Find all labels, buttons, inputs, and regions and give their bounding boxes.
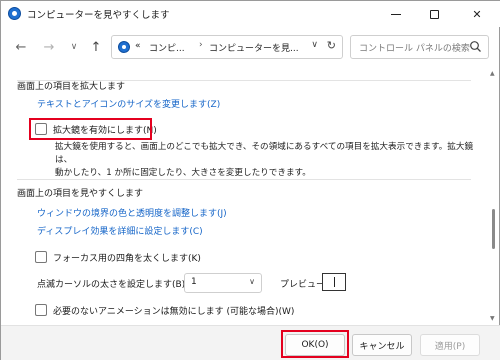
breadcrumb-item-ease-of-access[interactable]: コンピ...	[149, 41, 185, 54]
window-title: コンピューターを見やすくします	[27, 10, 170, 21]
control-panel-icon	[118, 41, 130, 53]
chevron-down-icon: ∨	[70, 42, 78, 52]
focus-rectangle-checkbox-row[interactable]: フォーカス用の四角を太くします(K)	[35, 250, 201, 264]
highlight-magnifier-checkbox	[29, 118, 152, 140]
scroll-down-icon[interactable]: ▼	[490, 315, 495, 322]
address-bar[interactable]: « コンピ... › コンピューターを見... ∨ ↻	[111, 35, 343, 59]
animation-checkbox-label[interactable]: 必要のないアニメーションは無効にします (可能な場合)(W)	[53, 304, 294, 317]
section-heading-easier-to-see: 画面上の項目を見やすくします	[17, 189, 144, 199]
close-icon: ✕	[472, 7, 482, 21]
back-button[interactable]: ←	[11, 37, 31, 57]
apply-button[interactable]: 適用(P)	[420, 334, 480, 356]
control-panel-icon	[8, 7, 21, 20]
breadcrumb-separator-icon: ›	[199, 40, 203, 50]
cursor-preview	[322, 273, 346, 291]
search-input[interactable]: コントロール パネルの検索	[359, 41, 470, 54]
title-bar: コンピューターを見やすくします ✕	[1, 1, 500, 27]
change-text-size-link[interactable]: テキストとアイコンのサイズを変更します(Z)	[37, 97, 220, 110]
cursor-thickness-value: 1	[191, 277, 197, 287]
scrollbar-thumb[interactable]	[492, 209, 495, 249]
breadcrumb-item-current[interactable]: コンピューターを見...	[209, 41, 299, 54]
navigation-bar: ← → ∨ ↑ « コンピ... › コンピューターを見... ∨ ↻ コントロ…	[1, 27, 500, 67]
maximize-button[interactable]	[415, 1, 453, 27]
cursor-thickness-select[interactable]: 1 ∨	[184, 273, 262, 293]
breadcrumb-overflow[interactable]: «	[135, 41, 141, 51]
highlight-ok-button	[281, 330, 349, 358]
search-icon	[470, 41, 481, 52]
description-line: 拡大鏡を使用すると、画面上のどこでも拡大でき、その領域にあるすべての項目を拡大表…	[55, 142, 474, 165]
arrow-up-icon: ↑	[90, 39, 102, 55]
magnifier-description: 拡大鏡を使用すると、画面上のどこでも拡大でき、その領域にあるすべての項目を拡大表…	[55, 141, 475, 180]
animation-checkbox[interactable]	[35, 304, 47, 316]
address-dropdown-icon[interactable]: ∨	[311, 40, 318, 50]
up-button[interactable]: ↑	[86, 37, 106, 57]
minimize-icon	[391, 13, 401, 15]
recent-locations-button[interactable]: ∨	[64, 37, 84, 57]
preview-label: プレビュー:	[280, 280, 329, 290]
vertical-scrollbar[interactable]: ▲ ▼	[488, 67, 499, 329]
arrow-left-icon: ←	[15, 39, 27, 55]
close-button[interactable]: ✕	[455, 1, 499, 27]
window-border-color-link[interactable]: ウィンドウの境界の色と透明度を調整します(J)	[37, 206, 227, 219]
focus-rectangle-checkbox[interactable]	[35, 251, 47, 263]
dialog-footer: OK(O) キャンセル 適用(P)	[1, 325, 500, 360]
divider	[17, 179, 471, 180]
cursor-thickness-label: 点滅カーソルの太さを設定します(B):	[37, 280, 189, 290]
cursor-preview-caret	[334, 277, 335, 287]
minimize-button[interactable]	[377, 1, 415, 27]
refresh-icon[interactable]: ↻	[327, 39, 336, 52]
search-box[interactable]: コントロール パネルの検索	[350, 35, 489, 59]
maximize-icon	[429, 9, 439, 19]
forward-button[interactable]: →	[39, 37, 59, 57]
animation-checkbox-row[interactable]: 必要のないアニメーションは無効にします (可能な場合)(W)	[35, 303, 294, 317]
control-panel-window: コンピューターを見やすくします ✕ ← → ∨ ↑ « コンピ... › コンピ…	[0, 0, 500, 360]
focus-rectangle-label[interactable]: フォーカス用の四角を太くします(K)	[53, 251, 201, 264]
section-heading-enlarge: 画面上の項目を拡大します	[17, 82, 126, 92]
arrow-right-icon: →	[43, 39, 55, 55]
cancel-button[interactable]: キャンセル	[352, 334, 412, 356]
scroll-up-icon[interactable]: ▲	[490, 70, 495, 77]
display-effects-link[interactable]: ディスプレイ効果を詳細に設定します(C)	[37, 224, 203, 237]
chevron-down-icon: ∨	[249, 277, 255, 286]
